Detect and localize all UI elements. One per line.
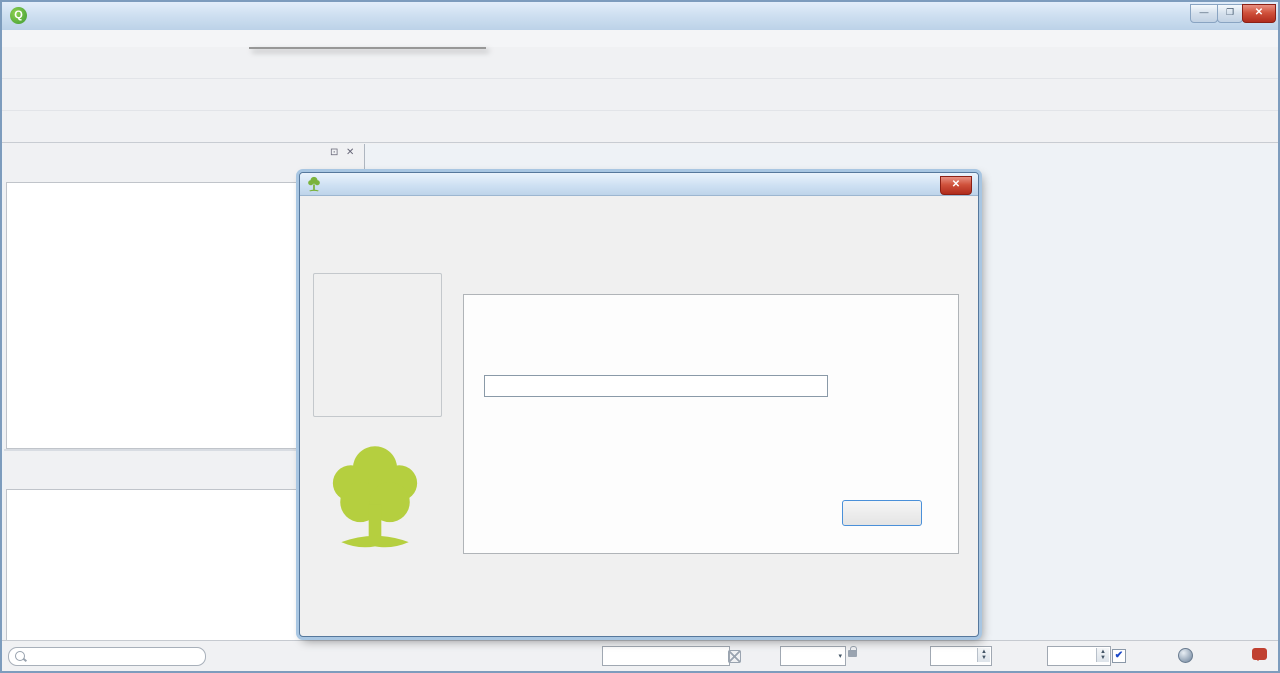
float-panel-icon[interactable]: ⊡: [330, 147, 338, 158]
toolbar-row-2: [2, 79, 1278, 111]
download-button[interactable]: [842, 500, 922, 526]
rotation-spinner[interactable]: ▲▼: [1047, 646, 1111, 666]
title-bar: Q — ❐ ✕: [2, 2, 1278, 31]
search-icon: [15, 651, 25, 661]
uldk-dialog: ✕: [299, 172, 979, 637]
search-input[interactable]: [8, 647, 206, 666]
close-panel-icon[interactable]: ✕: [346, 147, 354, 158]
messages-icon[interactable]: [1252, 648, 1267, 660]
dialog-close-button[interactable]: ✕: [940, 176, 972, 195]
render-checkbox[interactable]: ✔: [1112, 649, 1126, 663]
status-bar: ▾ ▲▼ ▲▼ ✔: [2, 640, 1278, 671]
lock-icon[interactable]: [848, 650, 857, 657]
qgis-window: Q — ❐ ✕ ⊡ ✕ ✕: [0, 0, 1280, 673]
tab-panel: [463, 294, 959, 554]
toolbar-area: [2, 47, 1278, 144]
close-button[interactable]: ✕: [1242, 4, 1276, 23]
dialog-title-bar[interactable]: ✕: [300, 173, 978, 196]
coordinates-field[interactable]: [602, 646, 730, 666]
layer-to-download-group: [313, 273, 442, 417]
menu-bar: [2, 30, 1278, 48]
plugins-dropdown-menu: [249, 47, 486, 49]
qgis-logo-icon: Q: [10, 7, 27, 24]
maximize-button[interactable]: ❐: [1217, 4, 1243, 23]
extent-icon[interactable]: [728, 650, 741, 663]
identifier-input[interactable]: [484, 375, 828, 397]
crs-globe-icon[interactable]: [1178, 648, 1193, 663]
minimize-button[interactable]: —: [1190, 4, 1218, 23]
scale-combo[interactable]: ▾: [780, 646, 846, 666]
magnifier-spinner[interactable]: ▲▼: [930, 646, 992, 666]
toolbar-row-1: [2, 47, 1278, 79]
toolbar-row-3: [2, 111, 1278, 143]
dialog-footer: [300, 605, 978, 625]
uldk-logo: [320, 441, 430, 559]
uldk-tree-icon: [306, 176, 322, 192]
